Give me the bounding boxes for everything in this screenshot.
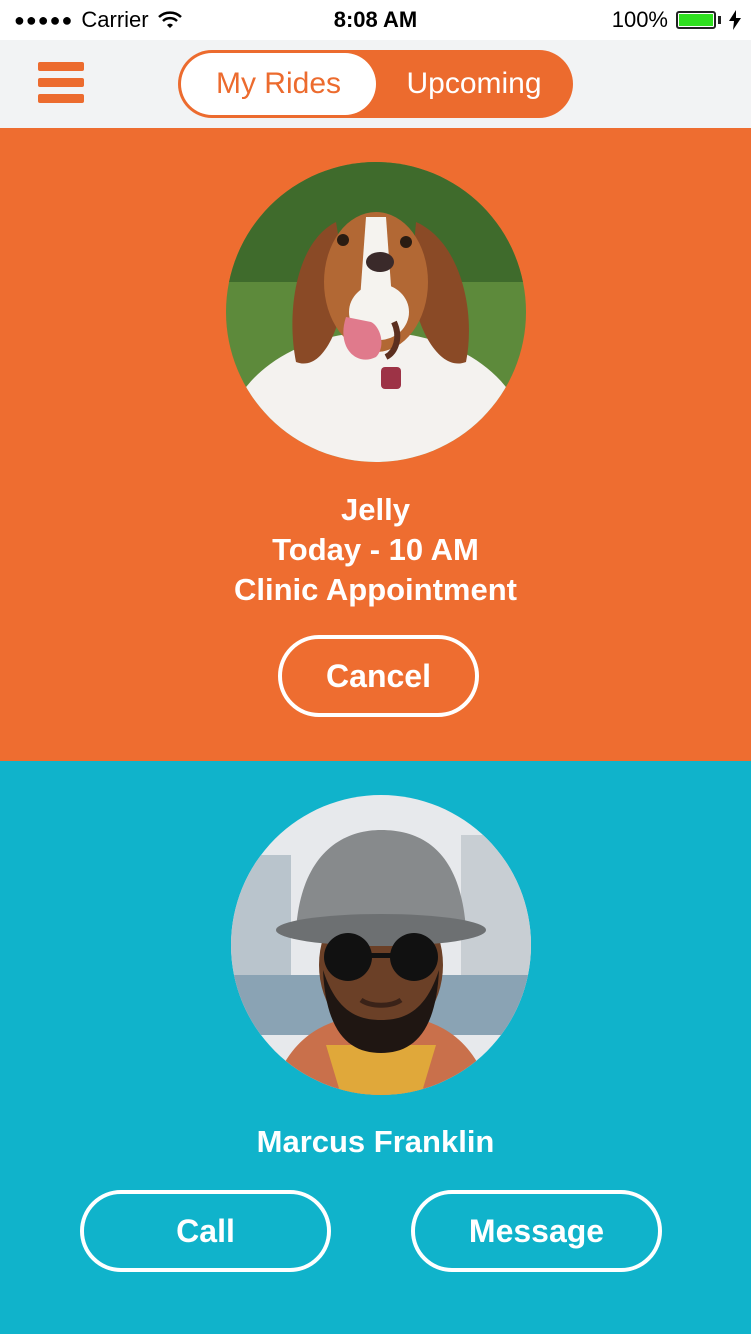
dog-avatar [226,162,526,462]
driver-name: Marcus Franklin [256,1124,495,1159]
dog-photo [226,162,526,462]
status-bar: ●●●●● Carrier 8:08 AM 100% [0,0,751,40]
charging-bolt-icon [729,10,741,30]
hamburger-menu-icon[interactable] [38,62,84,106]
rides-segmented-control: My Rides Upcoming [178,50,573,118]
ride-time: Today - 10 AM [272,532,479,567]
battery-tip [718,16,721,24]
cancel-button[interactable]: Cancel [278,635,479,717]
driver-photo [231,795,531,1095]
nav-bar: My Rides Upcoming [0,40,751,128]
tab-my-rides[interactable]: My Rides [181,53,376,115]
ride-card: Jelly Today - 10 AM Clinic Appointment C… [0,128,751,761]
battery-percent: 100% [611,7,668,32]
battery-icon [676,11,716,29]
tab-upcoming[interactable]: Upcoming [378,53,570,115]
call-button[interactable]: Call [80,1190,331,1272]
driver-card: Marcus Franklin Call Message [0,761,751,1334]
message-button[interactable]: Message [411,1190,662,1272]
ride-purpose: Clinic Appointment [234,572,517,607]
driver-avatar [231,795,531,1095]
battery-fill [679,14,713,26]
pet-name: Jelly [341,492,410,527]
status-right: 100% [612,7,741,33]
